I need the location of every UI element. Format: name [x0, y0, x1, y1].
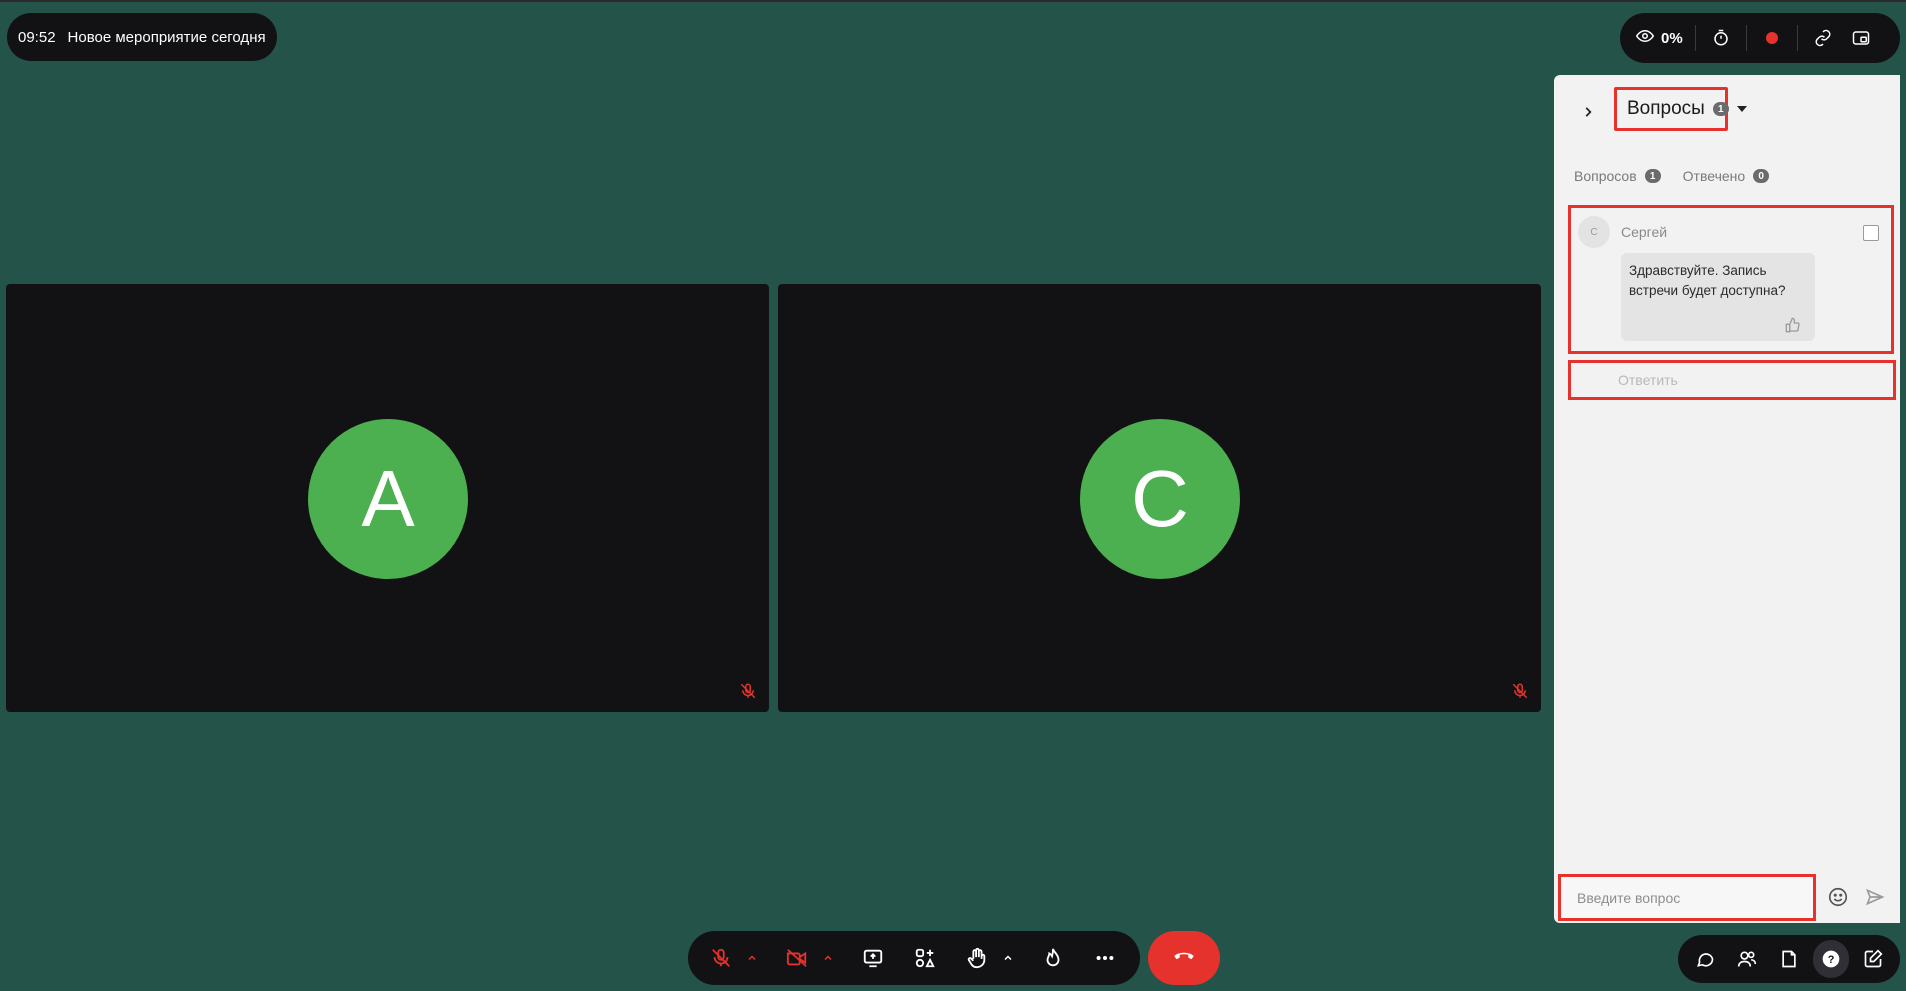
- question-text: Здравствуйте. Запись встречи будет досту…: [1629, 263, 1786, 298]
- mic-off-icon: [739, 682, 757, 700]
- participants-icon[interactable]: [1729, 940, 1765, 978]
- chevron-up-icon[interactable]: [820, 939, 836, 977]
- questions-panel: Вопросы 1 Вопросов 1 Отвечено 0 С Сергей…: [1554, 75, 1900, 923]
- question-bubble: Здравствуйте. Запись встречи будет досту…: [1621, 253, 1815, 341]
- caret-down-icon: [1736, 106, 1747, 112]
- panel-title-dropdown[interactable]: Вопросы 1: [1614, 87, 1747, 131]
- chat-icon[interactable]: [1687, 940, 1723, 978]
- more-icon[interactable]: [1086, 939, 1124, 977]
- divider: [1694, 25, 1696, 51]
- question-input[interactable]: [1558, 874, 1816, 921]
- camera-off-icon[interactable]: [778, 939, 816, 977]
- top-right-toolbar: 0%: [1620, 13, 1900, 63]
- emoji-icon[interactable]: [1825, 884, 1851, 910]
- notes-icon[interactable]: [1771, 940, 1807, 978]
- questions-icon[interactable]: ?: [1813, 940, 1849, 978]
- mic-off-icon: [1511, 682, 1529, 700]
- panel-header: Вопросы 1: [1554, 87, 1900, 137]
- svg-text:?: ?: [1828, 954, 1835, 966]
- send-icon[interactable]: [1862, 884, 1888, 910]
- reaction-icon[interactable]: [1034, 939, 1072, 977]
- avatar: С: [1578, 216, 1610, 248]
- reply-button[interactable]: Ответить: [1568, 360, 1896, 400]
- answered-checkbox[interactable]: [1863, 225, 1879, 241]
- panel-switcher: ?: [1678, 935, 1900, 983]
- video-tile[interactable]: C: [778, 284, 1541, 712]
- tab-answered[interactable]: Отвечено 0: [1683, 168, 1770, 184]
- end-call-icon: [1171, 943, 1197, 974]
- timer-icon[interactable]: [1702, 19, 1740, 57]
- tab-label: Вопросов: [1574, 168, 1637, 184]
- question-input-row: [1554, 874, 1900, 923]
- video-tile[interactable]: A: [6, 284, 769, 712]
- thumbs-up-icon[interactable]: [1785, 317, 1801, 333]
- top-edge: [0, 0, 1906, 2]
- eye-icon: [1635, 27, 1655, 49]
- question-author: Сергей: [1621, 224, 1668, 240]
- tab-count-badge: 0: [1753, 169, 1770, 183]
- divider: [1796, 25, 1798, 51]
- end-call-button[interactable]: [1148, 931, 1220, 985]
- meeting-info-pill: 09:52 Новое мероприятие сегодня: [7, 13, 277, 61]
- raise-hand-icon[interactable]: [958, 939, 996, 977]
- chevron-up-icon[interactable]: [744, 939, 760, 977]
- picture-in-picture-icon[interactable]: [1842, 19, 1880, 57]
- meeting-time: 09:52: [18, 28, 56, 46]
- tab-label: Отвечено: [1682, 168, 1746, 184]
- title-count-badge: 1: [1712, 102, 1729, 116]
- views-indicator: 0%: [1630, 13, 1689, 63]
- tab-questions[interactable]: Вопросов 1: [1574, 168, 1661, 184]
- meeting-title: Новое мероприятие сегодня: [67, 28, 266, 46]
- views-percent: 0%: [1661, 29, 1683, 47]
- tab-count-badge: 1: [1644, 169, 1661, 183]
- link-icon[interactable]: [1804, 19, 1842, 57]
- participant-avatar: A: [308, 419, 468, 579]
- participant-avatar: C: [1080, 419, 1240, 579]
- mic-off-icon[interactable]: [702, 939, 740, 977]
- chevron-up-icon[interactable]: [1000, 939, 1016, 977]
- question-item: С Сергей Здравствуйте. Запись встречи бу…: [1568, 205, 1894, 354]
- call-controls-bar: [688, 931, 1140, 985]
- edit-icon[interactable]: [1855, 940, 1891, 978]
- record-icon[interactable]: [1753, 19, 1791, 57]
- apps-icon[interactable]: [906, 939, 944, 977]
- screen-share-icon[interactable]: [854, 939, 892, 977]
- divider: [1745, 25, 1747, 51]
- chevron-right-icon[interactable]: [1576, 100, 1600, 124]
- panel-title: Вопросы: [1627, 98, 1705, 119]
- question-tabs: Вопросов 1 Отвечено 0: [1574, 168, 1770, 184]
